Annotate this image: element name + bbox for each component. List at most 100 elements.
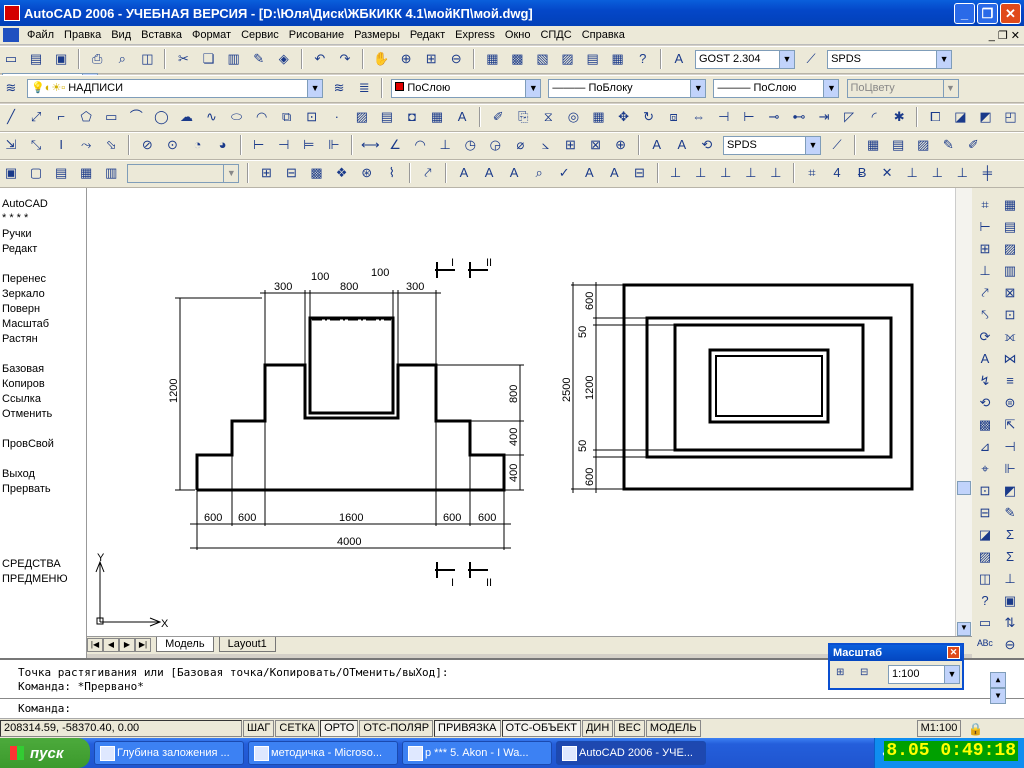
r-tool-icon[interactable]: ◩ — [999, 480, 1021, 502]
cut-icon[interactable]: ✂ — [174, 49, 194, 69]
level-icon[interactable]: ⊥ — [666, 163, 686, 183]
side-menu-item[interactable]: Прервать — [2, 483, 51, 495]
r-tool-icon[interactable]: ◪ — [974, 524, 996, 546]
cross-icon[interactable]: ✕ — [877, 163, 897, 183]
stretch-icon[interactable]: ⇔ — [689, 107, 709, 127]
dim-style-select-2[interactable]: SPDS ▼ — [722, 135, 821, 155]
symbol-icon[interactable]: ❖ — [332, 163, 352, 183]
text-convert-icon[interactable]: ⊟ — [629, 163, 649, 183]
r-tool-icon[interactable]: ▨ — [974, 546, 996, 568]
scale-in-icon[interactable]: ⊞ — [836, 667, 844, 678]
taskbar-item[interactable]: р *** 5. Akon - I Wa... — [402, 741, 552, 765]
r-tool-icon[interactable]: ⊢ — [974, 216, 996, 238]
r-tool-icon[interactable]: ⊖ — [999, 634, 1021, 656]
grid-snap-icon[interactable]: ⌗ — [802, 163, 822, 183]
r-tool-icon[interactable]: ⇱ — [999, 414, 1021, 436]
region-mass-icon[interactable]: ⬂ — [101, 135, 121, 155]
osnap-endpoint-icon[interactable]: ⊘ — [137, 135, 157, 155]
matchprop-icon[interactable]: ✎ — [249, 49, 269, 69]
circle-icon[interactable]: ◯ — [151, 107, 171, 127]
r-tool-icon[interactable]: ⊥ — [999, 568, 1021, 590]
move-icon[interactable]: ✥ — [614, 107, 634, 127]
tool-e-icon[interactable]: ✐ — [963, 135, 983, 155]
join-icon[interactable]: ⇥ — [814, 107, 834, 127]
paste-icon[interactable]: ▥ — [224, 49, 244, 69]
publish-icon[interactable]: ◫ — [137, 49, 157, 69]
cmd-scroll-up[interactable]: ▲ — [990, 672, 1006, 688]
tab-first-arrow[interactable]: |◀ — [87, 638, 103, 652]
polygon-icon[interactable]: ⬠ — [76, 107, 96, 127]
dim-quick-icon[interactable]: ⊞ — [561, 135, 581, 155]
close-button[interactable]: ✕ — [1000, 3, 1021, 24]
dim-text-edit-icon[interactable]: A — [672, 135, 692, 155]
tool-a-icon[interactable]: ▦ — [863, 135, 883, 155]
r-tool-icon[interactable]: ▤ — [999, 216, 1021, 238]
side-menu-item[interactable]: Зеркало — [2, 288, 45, 300]
menu-express[interactable]: Express — [450, 29, 500, 41]
tee-3-icon[interactable]: ⊥ — [952, 163, 972, 183]
taskbar-item[interactable]: Глубина заложения ... — [94, 741, 244, 765]
minimize-button[interactable]: _ — [954, 3, 975, 24]
polyline-icon[interactable]: ⌐ — [51, 107, 71, 127]
text-find-icon[interactable]: ⌕ — [529, 163, 549, 183]
rectangle-icon[interactable]: ▭ — [101, 107, 121, 127]
calculator-icon[interactable]: ▦ — [608, 49, 628, 69]
r-tool-icon[interactable]: ⊩ — [999, 458, 1021, 480]
scale-out-icon[interactable]: ⊟ — [860, 667, 868, 678]
mark-4-icon[interactable]: 4 — [827, 163, 847, 183]
dim-continue-icon[interactable]: ⊩ — [324, 135, 344, 155]
drawing-canvas[interactable]: 600 600 1600 600 600 4000 300 100 800 10… — [87, 188, 972, 636]
r-tool-icon[interactable]: ▣ — [999, 590, 1021, 612]
text-edit-icon[interactable]: A — [504, 163, 524, 183]
text-scale-icon[interactable]: A — [579, 163, 599, 183]
copy-icon[interactable]: ❏ — [199, 49, 219, 69]
properties-icon[interactable]: ▦ — [482, 49, 502, 69]
blockeditor-icon[interactable]: ◈ — [274, 49, 294, 69]
dim-angle-icon[interactable]: ⦣ — [535, 135, 555, 155]
side-menu-item[interactable]: ПровСвой — [2, 438, 54, 450]
arc-icon[interactable]: ⌒ — [126, 107, 146, 127]
level-3-icon[interactable]: ⊥ — [716, 163, 736, 183]
doc-window-controls[interactable]: _ ❐ ✕ — [989, 29, 1020, 42]
dim-tolerance-icon[interactable]: ⊠ — [586, 135, 606, 155]
dist-icon[interactable]: ⤡ — [26, 135, 46, 155]
line-icon[interactable]: ╱ — [1, 107, 21, 127]
text-a-icon[interactable]: A — [454, 163, 474, 183]
side-menu-item[interactable]: Редакт — [2, 243, 37, 255]
specification-icon[interactable]: ▦ — [76, 163, 96, 183]
osnap-tangent-icon[interactable]: ◕ — [213, 135, 233, 155]
table-spds-icon[interactable]: ▥ — [101, 163, 121, 183]
r-tool-icon[interactable]: A — [974, 348, 996, 370]
text-ai-icon[interactable]: A — [479, 163, 499, 183]
dim-style-manager-icon[interactable]: ⟋ — [827, 135, 847, 155]
dim-arc-icon[interactable]: ◠ — [410, 135, 430, 155]
table-icon[interactable]: ▦ — [427, 107, 447, 127]
gradient-icon[interactable]: ▤ — [377, 107, 397, 127]
r-tool-icon[interactable]: ⇅ — [999, 612, 1021, 634]
r-tool-icon[interactable]: ◫ — [974, 568, 996, 590]
plotstyle-select[interactable]: ПоЦвету ▼ — [846, 78, 959, 98]
tab-layout1[interactable]: Layout1 — [218, 637, 276, 652]
command-prompt[interactable]: Команда: — [18, 702, 71, 715]
construction-line-icon[interactable]: ⤢ — [26, 107, 46, 127]
side-menu-item[interactable]: Перенес — [2, 273, 46, 285]
pan-icon[interactable]: ✋ — [371, 49, 391, 69]
preview-icon[interactable]: ⌕ — [112, 49, 132, 69]
side-menu-item[interactable]: Растян — [2, 333, 38, 345]
menu-dimension[interactable]: Размеры — [349, 29, 405, 41]
hatch-icon[interactable]: ▨ — [352, 107, 372, 127]
tee-2-icon[interactable]: ⊥ — [927, 163, 947, 183]
r-tool-icon[interactable]: Σ — [999, 546, 1021, 568]
toolpalettes-icon[interactable]: ▧ — [533, 49, 553, 69]
tab-prev-arrow[interactable]: ◀ — [103, 638, 119, 652]
menu-file[interactable]: Файл — [22, 29, 59, 41]
side-menu-item[interactable]: Копиров — [2, 378, 45, 390]
tee-4-icon[interactable]: ╪ — [977, 163, 997, 183]
r-tool-icon[interactable]: ⟳ — [974, 326, 996, 348]
stamp-icon[interactable]: ▤ — [51, 163, 71, 183]
layer-previous-icon[interactable]: ≣ — [354, 78, 374, 98]
r-tool-icon[interactable]: ⊟ — [974, 502, 996, 524]
side-menu-item[interactable]: Ссылка — [2, 393, 41, 405]
side-menu-item[interactable]: AutoCAD — [2, 198, 48, 210]
save-icon[interactable]: ▣ — [51, 49, 71, 69]
